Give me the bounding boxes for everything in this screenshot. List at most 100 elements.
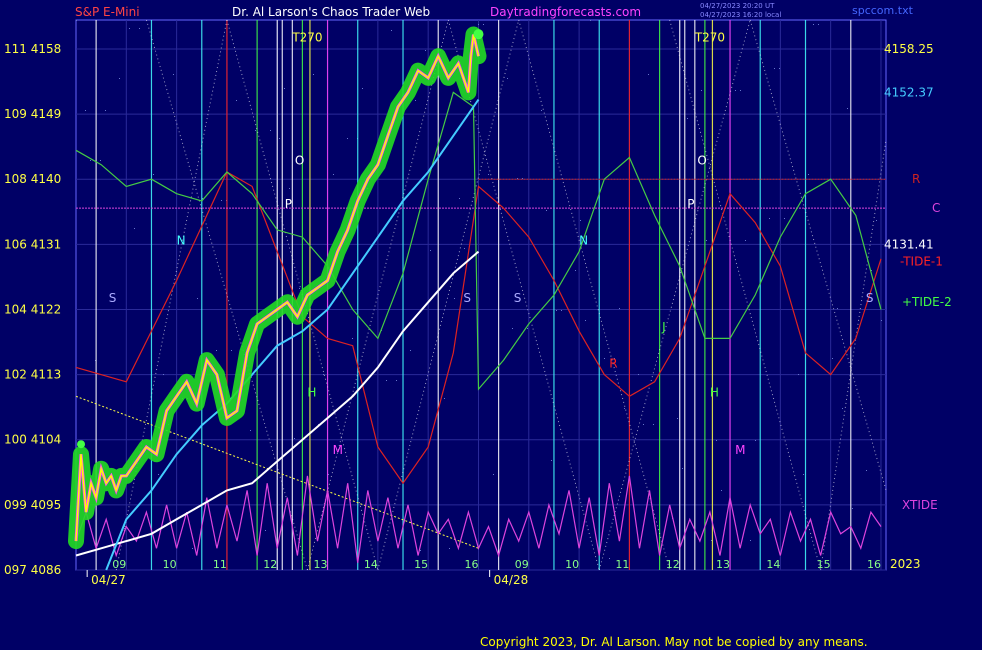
right-label: 4131.41 (884, 237, 934, 251)
star-dot (255, 130, 256, 131)
star-dot (624, 408, 625, 409)
star-dot (420, 550, 421, 551)
star-dot (250, 430, 251, 431)
star-dot (478, 24, 479, 25)
star-dot (740, 90, 741, 91)
star-dot (459, 198, 460, 199)
star-dot (774, 68, 775, 69)
star-dot (352, 338, 353, 339)
diagonal-line (669, 19, 822, 571)
star-dot (527, 328, 528, 329)
star-dot (609, 558, 610, 559)
star-dot (842, 408, 843, 409)
star-dot (396, 380, 397, 381)
star-dot (512, 328, 513, 329)
chart: T270 T270 O O P P N N S S S S H H J R M M 4158.25 4152.37 R C… (4, 19, 952, 587)
star-dot (493, 474, 494, 475)
x-tick-label: 10 (565, 558, 579, 571)
price-marker-dot (77, 440, 86, 449)
marker-s: S (866, 291, 874, 305)
star-dot (638, 374, 639, 375)
star-dot (444, 398, 445, 399)
x-tick-label: 12 (666, 558, 680, 571)
x-tick-label: 09 (515, 558, 529, 571)
star-dot (575, 270, 576, 271)
star-dot (430, 250, 431, 251)
star-dot (808, 174, 809, 175)
x-tick-label: 11 (615, 558, 629, 571)
marker-o: O (295, 154, 304, 168)
star-dot (701, 90, 702, 91)
star-dot (643, 424, 644, 425)
y-tick-label: 097 4086 (4, 563, 61, 577)
star-dot (556, 310, 557, 311)
star-dot (129, 28, 130, 29)
star-dot (333, 174, 334, 175)
timestamp-ut: 04/27/2023 20:20 UT (700, 2, 775, 10)
star-dot (100, 160, 101, 161)
star-dot (221, 200, 222, 201)
star-dot (507, 78, 508, 79)
x-tick-label: 10 (163, 558, 177, 571)
x-tick-label: 14 (364, 558, 378, 571)
marker-n: N (579, 233, 588, 247)
star-dot (706, 240, 707, 241)
marker-s: S (109, 291, 117, 305)
right-label: R (912, 172, 920, 186)
year-label: 2023 (890, 557, 921, 571)
star-dot (653, 424, 654, 425)
star-dot (289, 188, 290, 189)
site-url[interactable]: Daytradingforecasts.com (490, 5, 641, 19)
marker-m: M (735, 443, 745, 457)
star-dot (619, 308, 620, 309)
vertical-timing-lines (95, 20, 852, 570)
star-dot (279, 138, 280, 139)
star-dot (216, 350, 217, 351)
star-dot (119, 78, 120, 79)
marker-o: O (697, 154, 706, 168)
star-dot (236, 100, 237, 101)
marker-s: S (463, 291, 471, 305)
star-dot (449, 548, 450, 549)
y-tick-label: 099 4095 (4, 498, 61, 512)
x-tick-label: 09 (112, 558, 126, 571)
y-tick-label: 108 4140 (4, 172, 61, 186)
star-dot (721, 490, 722, 491)
marker-p: P (687, 197, 694, 211)
star-dot (192, 548, 193, 549)
star-dot (803, 474, 804, 475)
star-dot (124, 528, 125, 529)
star-dot (735, 90, 736, 91)
star-dot (682, 468, 683, 469)
marker-n: N (177, 233, 186, 247)
star-dot (105, 110, 106, 111)
star-dot (90, 160, 91, 161)
y-tick-label: 111 4158 (4, 42, 61, 56)
star-dot (716, 440, 717, 441)
star-dot (85, 110, 86, 111)
x-tick-label: 14 (766, 558, 780, 571)
star-dot (347, 138, 348, 139)
date-label: 04/27 (91, 573, 126, 587)
star-dot (837, 308, 838, 309)
star-dot (551, 460, 552, 461)
star-dot (265, 530, 266, 531)
star-dot (561, 310, 562, 311)
star-dot (410, 350, 411, 351)
marker-h: H (307, 385, 316, 399)
star-dot (852, 508, 853, 509)
x-tick-label: 13 (716, 558, 730, 571)
x-tick-label: 16 (867, 558, 881, 571)
star-dot (153, 174, 154, 175)
y-tick-label: 106 4131 (4, 237, 61, 251)
plot-frame (75, 19, 887, 571)
star-dot (813, 24, 814, 25)
copyright: Copyright 2023, Dr. Al Larson. May not b… (480, 635, 868, 649)
right-label: -TIDE-1 (900, 255, 943, 269)
marker-p: P (285, 197, 292, 211)
star-dot (323, 374, 324, 375)
star-dot (299, 288, 300, 289)
star-dot (590, 20, 591, 21)
star-dot (784, 218, 785, 219)
star-dot (197, 298, 198, 299)
